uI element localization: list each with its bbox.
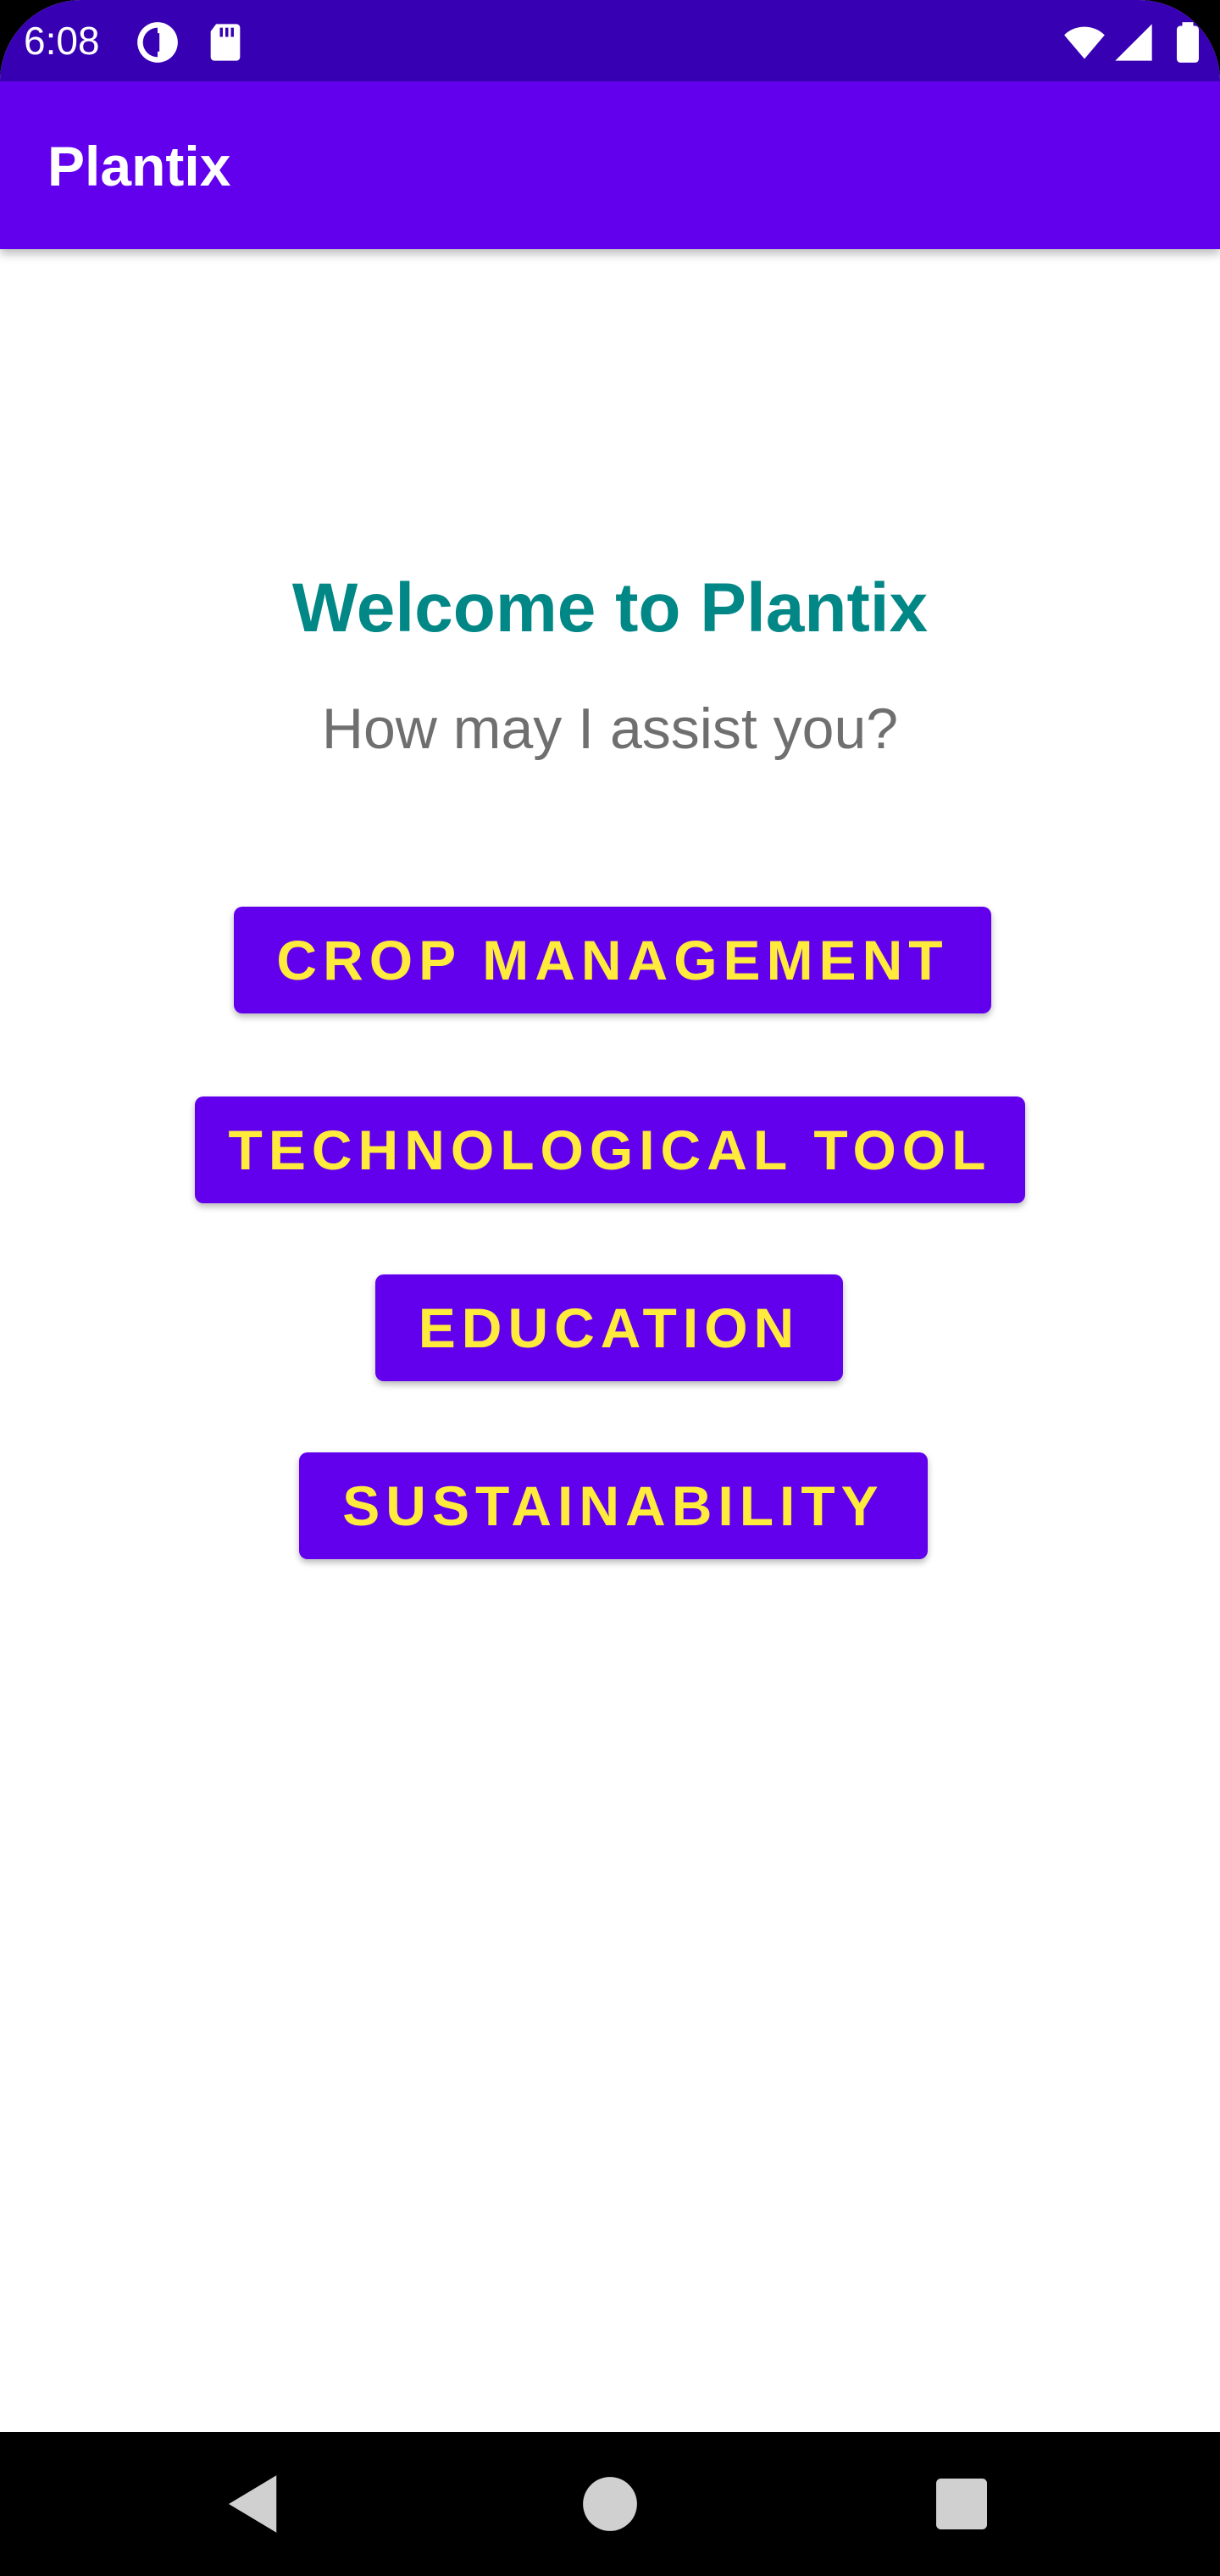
- cellular-signal-icon: [1112, 20, 1156, 64]
- navigation-bar: [0, 2432, 1220, 2576]
- status-time: 6:08: [24, 19, 100, 63]
- sync-badge-icon: [136, 20, 180, 64]
- battery-icon: [1171, 20, 1205, 64]
- welcome-title: Welcome to Plantix: [291, 569, 929, 647]
- status-bar: 6:08: [0, 0, 1220, 81]
- app-title: Plantix: [47, 135, 231, 197]
- sustainability-button[interactable]: SUSTAINABILITY: [299, 1452, 928, 1559]
- wifi-icon: [1062, 20, 1106, 64]
- technological-tool-button[interactable]: TECHNOLOGICAL TOOL: [195, 1096, 1025, 1203]
- assist-subtitle: How may I assist you?: [321, 697, 899, 761]
- home-icon[interactable]: [572, 2466, 648, 2542]
- back-icon[interactable]: [216, 2466, 292, 2542]
- education-button[interactable]: EDUCATION: [375, 1274, 843, 1381]
- sd-card-icon: [203, 20, 247, 64]
- app-bar: Plantix: [0, 81, 1220, 249]
- app-screen: 6:08 Plantix Welcome to Plantix How may …: [0, 0, 1220, 2576]
- crop-management-button[interactable]: CROP MANAGEMENT: [234, 907, 991, 1013]
- recents-icon[interactable]: [923, 2466, 1000, 2542]
